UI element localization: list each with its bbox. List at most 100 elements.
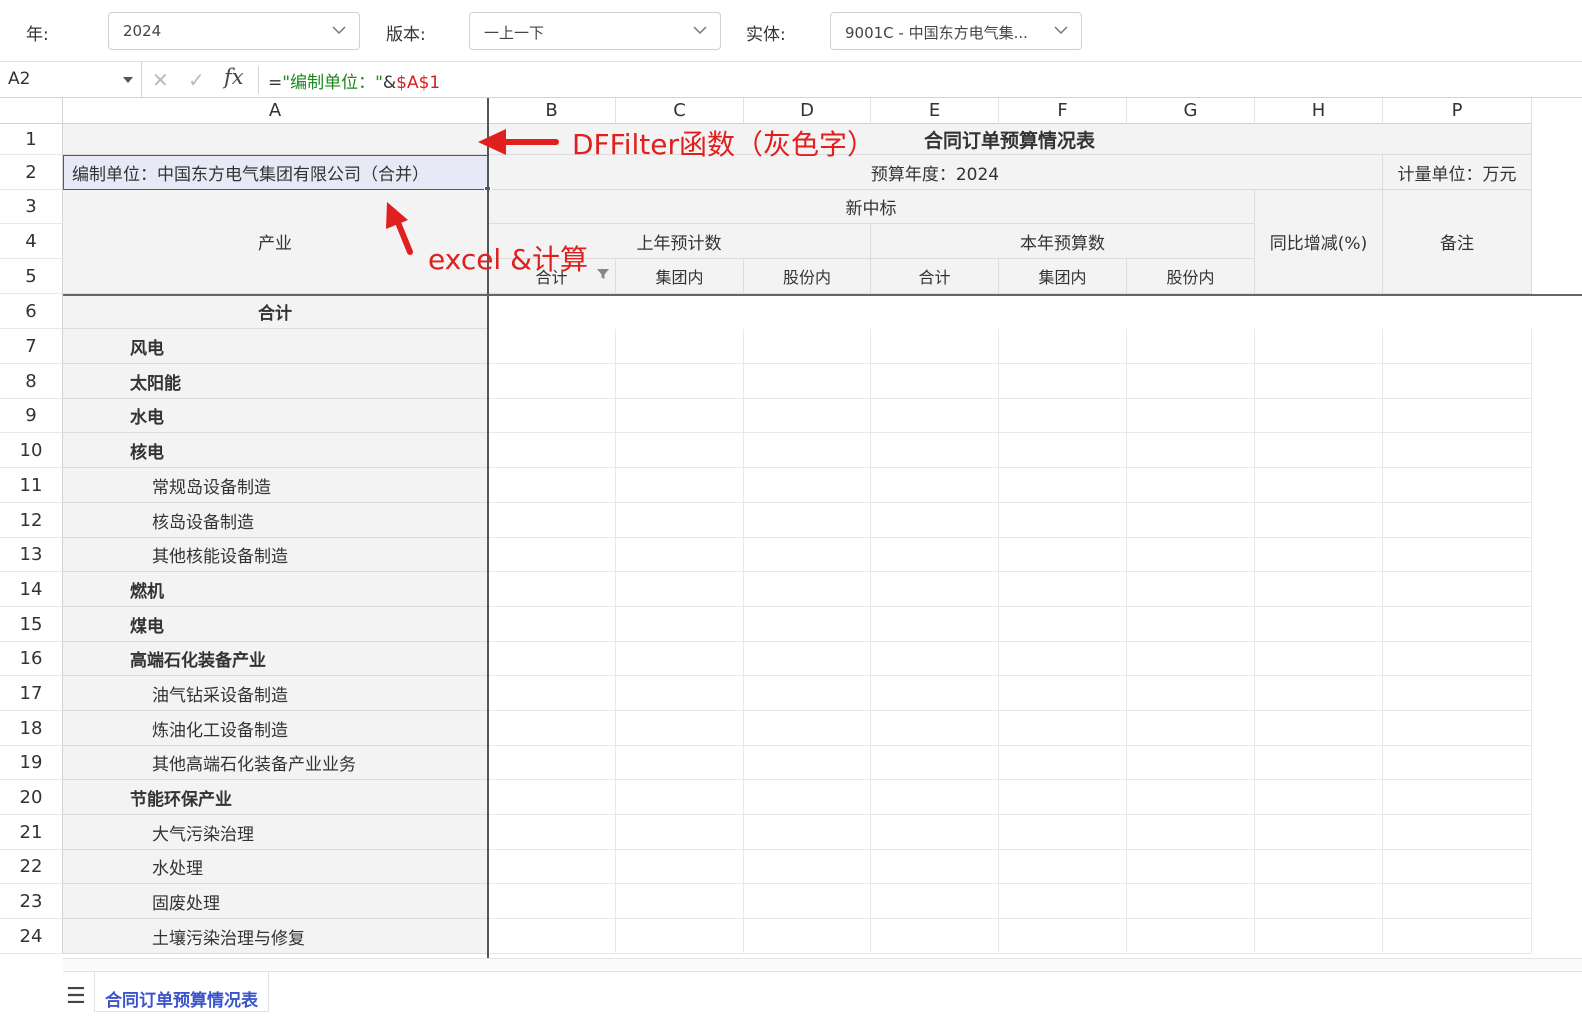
column-header-e[interactable]: E [871,98,999,124]
data-cell[interactable] [1127,919,1255,954]
data-cell[interactable] [999,433,1127,468]
industry-row-label[interactable]: 常规岛设备制造 [63,468,488,503]
industry-row-label[interactable]: 煤电 [63,607,488,642]
data-cell[interactable] [1127,884,1255,919]
data-cell[interactable] [1127,329,1255,364]
data-cell[interactable] [744,815,871,850]
data-cell[interactable] [616,711,744,746]
data-cell[interactable] [616,468,744,503]
data-cell[interactable] [616,364,744,399]
data-cell[interactable] [999,329,1127,364]
data-cell[interactable] [871,711,999,746]
caret-down-icon[interactable] [123,77,133,83]
data-cell[interactable] [1255,919,1383,954]
row-header-21[interactable]: 21 [0,815,63,850]
data-cell[interactable] [1127,364,1255,399]
data-cell[interactable] [871,850,999,884]
row-header-17[interactable]: 17 [0,676,63,711]
data-cell[interactable] [744,746,871,780]
data-cell[interactable] [488,815,616,850]
industry-row-label[interactable]: 燃机 [63,572,488,607]
data-cell[interactable] [871,607,999,642]
data-cell[interactable] [488,433,616,468]
data-cell[interactable] [744,538,871,572]
year-select[interactable]: 2024 [108,12,360,50]
data-cell[interactable] [1383,884,1532,919]
data-cell[interactable] [1127,711,1255,746]
subheader-group-this-year[interactable]: 集团内 [999,259,1127,294]
data-cell[interactable] [1255,642,1383,676]
header-note[interactable]: 备注 [1383,190,1532,294]
data-cell[interactable] [1255,676,1383,711]
data-cell[interactable] [616,538,744,572]
formula-input[interactable]: ="编制单位："&$A$1 [268,68,440,93]
data-cell[interactable] [1255,468,1383,503]
row-header-6[interactable]: 6 [0,294,63,329]
row-header-7[interactable]: 7 [0,329,63,364]
row-header-1[interactable]: 1 [0,124,63,155]
data-cell[interactable] [744,399,871,433]
row-header-13[interactable]: 13 [0,538,63,572]
data-cell[interactable] [488,329,616,364]
data-cell[interactable] [871,815,999,850]
data-cell[interactable] [871,919,999,954]
data-cell[interactable] [744,503,871,538]
data-cell[interactable] [871,642,999,676]
data-cell[interactable] [1127,538,1255,572]
data-cell[interactable] [744,468,871,503]
data-cell[interactable] [1127,607,1255,642]
data-cell[interactable] [488,884,616,919]
data-cell[interactable] [616,399,744,433]
data-cell[interactable] [999,919,1127,954]
data-cell[interactable] [488,850,616,884]
data-cell[interactable] [999,676,1127,711]
data-cell[interactable] [1383,642,1532,676]
sheet-tab-contract-budget[interactable]: 合同订单预算情况表 [94,972,269,1012]
data-cell[interactable] [871,503,999,538]
column-header-h[interactable]: H [1255,98,1383,124]
data-cell[interactable] [999,399,1127,433]
data-cell[interactable] [744,850,871,884]
data-cell[interactable] [488,468,616,503]
industry-row-label[interactable]: 固废处理 [63,884,488,919]
data-cell[interactable] [999,364,1127,399]
row-header-2[interactable]: 2 [0,155,63,190]
industry-row-label[interactable]: 太阳能 [63,364,488,399]
data-cell[interactable] [1255,850,1383,884]
data-cell[interactable] [616,850,744,884]
data-cell[interactable] [744,572,871,607]
data-cell[interactable] [1383,364,1532,399]
header-new-bid[interactable]: 新中标 [488,190,1255,224]
data-cell[interactable] [1255,711,1383,746]
data-cell[interactable] [616,919,744,954]
data-cell[interactable] [616,433,744,468]
industry-row-label[interactable]: 高端石化装备产业 [63,642,488,676]
data-cell[interactable] [488,364,616,399]
data-cell[interactable] [871,884,999,919]
data-cell[interactable] [744,884,871,919]
name-box[interactable]: A2 [0,62,142,97]
data-cell[interactable] [744,329,871,364]
data-cell[interactable] [616,780,744,815]
data-cell[interactable] [1383,850,1532,884]
subheader-share-this-year[interactable]: 股份内 [1127,259,1255,294]
row-header-4[interactable]: 4 [0,224,63,259]
data-cell[interactable] [1255,607,1383,642]
data-cell[interactable] [616,676,744,711]
data-cell[interactable] [999,538,1127,572]
data-cell[interactable] [1127,642,1255,676]
entity-select[interactable]: 9001C - 中国东方电气集... [830,12,1082,50]
data-cell[interactable] [1383,503,1532,538]
data-cell[interactable] [871,746,999,780]
data-cell[interactable] [1127,746,1255,780]
data-cell[interactable] [488,399,616,433]
data-cell[interactable] [1127,572,1255,607]
data-cell[interactable] [1127,780,1255,815]
data-cell[interactable] [488,711,616,746]
data-cell[interactable] [744,676,871,711]
data-cell[interactable] [1383,399,1532,433]
data-cell[interactable] [1383,329,1532,364]
row-header-14[interactable]: 14 [0,572,63,607]
data-cell[interactable] [1255,572,1383,607]
data-cell[interactable] [1255,538,1383,572]
